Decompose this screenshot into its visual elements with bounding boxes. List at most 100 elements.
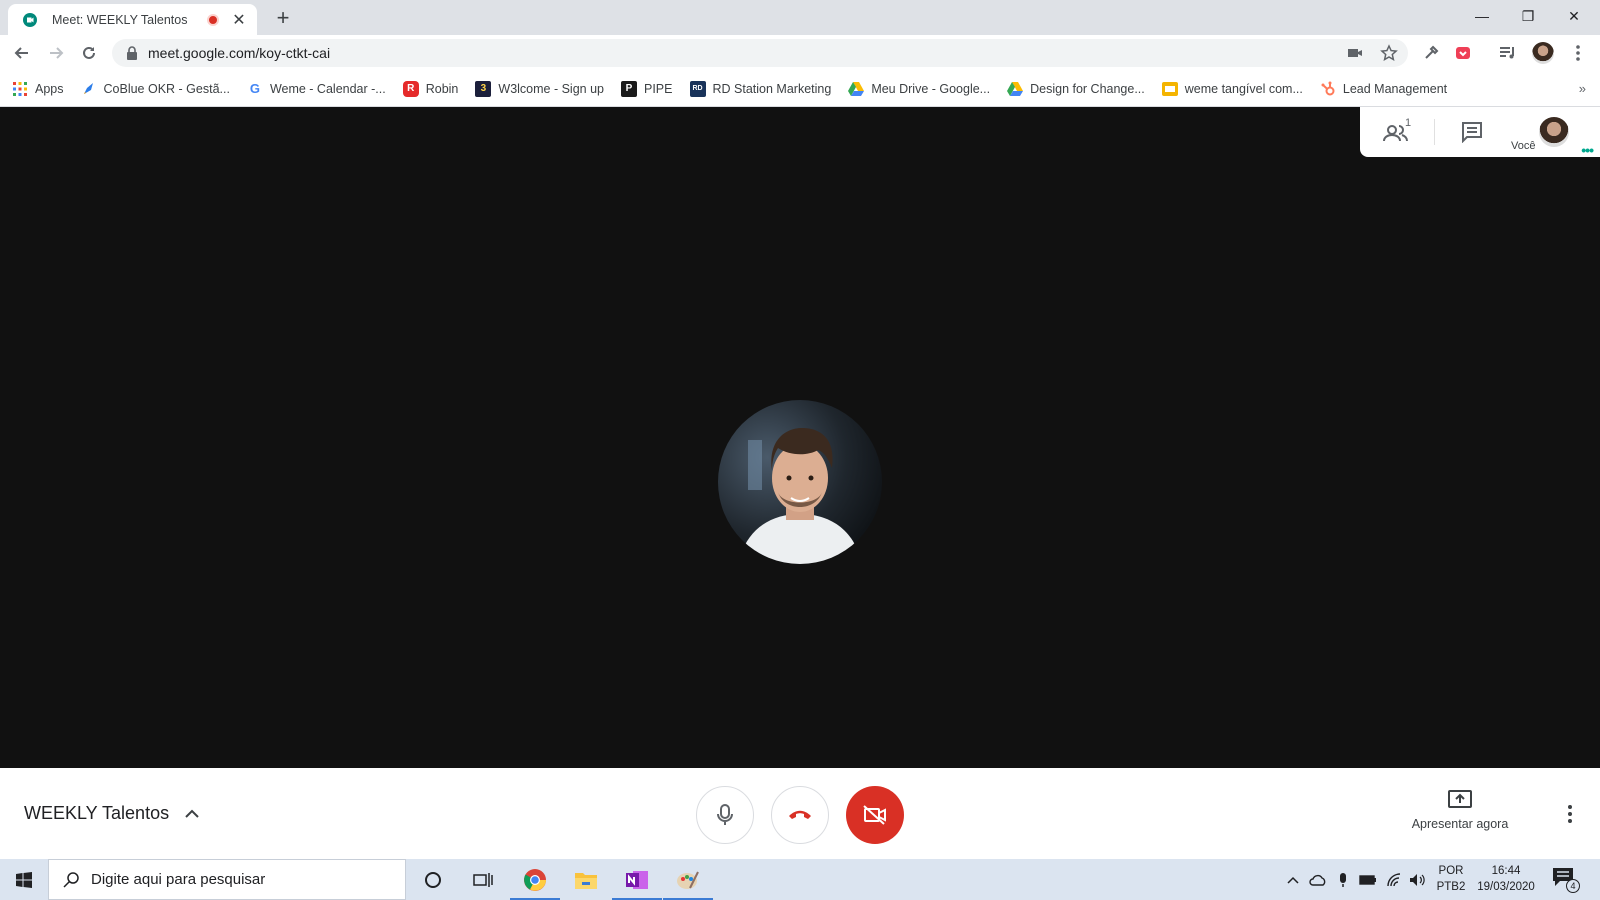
bookmark-w3lcome[interactable]: 3 W3lcome - Sign up [475, 80, 604, 97]
bookmark-apps[interactable]: Apps [12, 81, 64, 97]
clock-time: 16:44 [1491, 865, 1521, 877]
wifi-icon[interactable] [1383, 859, 1405, 900]
bookmark-label: Apps [35, 81, 64, 96]
meet-top-right-panel: 1 Você ••• [1360, 107, 1600, 158]
more-options-button[interactable] [1558, 802, 1582, 826]
browser-toolbar: meet.google.com/koy-ctkt-cai [0, 35, 1600, 71]
chrome-icon [524, 868, 546, 891]
taskbar-chrome[interactable] [510, 859, 560, 900]
chat-button[interactable] [1435, 107, 1509, 157]
search-placeholder: Digite aqui para pesquisar [91, 871, 266, 888]
bookmark-robin[interactable]: R Robin [402, 80, 459, 97]
bookmark-rd-station[interactable]: RD RD Station Marketing [689, 80, 832, 97]
language-code: POR [1438, 865, 1464, 877]
paint-palette-icon [677, 871, 699, 889]
meeting-title: WEEKLY Talentos [24, 803, 170, 823]
meet-video-stage: 1 Você ••• [0, 107, 1600, 768]
apps-grid-icon [12, 81, 28, 97]
google-drive-icon [848, 81, 865, 97]
taskbar-file-explorer[interactable] [561, 859, 611, 900]
windows-logo-icon [16, 871, 32, 888]
google-drive-icon [1007, 81, 1024, 97]
system-clock[interactable]: 16:44 19/03/2020 [1470, 863, 1542, 895]
google-meet-icon [23, 12, 37, 27]
task-view-button[interactable] [458, 859, 508, 900]
taskbar-search[interactable]: Digite aqui para pesquisar [48, 859, 406, 900]
browser-tab-meet[interactable]: Meet: WEEKLY Talentos ✕ [8, 4, 257, 35]
people-button[interactable]: 1 [1360, 107, 1434, 157]
pipedrive-p-icon: P [621, 80, 637, 97]
rocket-icon [81, 81, 97, 97]
meeting-details-button[interactable]: WEEKLY Talentos [24, 803, 201, 824]
tab-close-icon[interactable]: ✕ [231, 12, 247, 29]
taskbar-paint[interactable] [663, 859, 713, 900]
taskbar-onenote[interactable] [612, 859, 662, 900]
microphone-button[interactable] [696, 786, 754, 844]
start-button[interactable] [0, 859, 48, 900]
bookmark-weme-tangivel[interactable]: weme tangível com... [1161, 81, 1303, 97]
language-indicator[interactable]: POR PTB2 [1434, 863, 1468, 895]
bookmark-coblue-okr[interactable]: CoBlue OKR - Gestã... [81, 81, 230, 97]
clock-date: 19/03/2020 [1477, 881, 1535, 893]
browser-tab-strip: Meet: WEEKLY Talentos ✕ + — ❐ ✕ [0, 0, 1600, 35]
present-now-button[interactable]: Apresentar agora [1405, 790, 1515, 831]
self-view-tile[interactable]: Você ••• [1509, 107, 1599, 158]
onenote-icon [626, 870, 648, 889]
participant-avatar [718, 400, 882, 564]
browser-menu-icon[interactable] [1566, 41, 1590, 65]
arrow-left-icon [14, 47, 28, 59]
bookmark-design-for-change[interactable]: Design for Change... [1007, 81, 1145, 97]
chat-icon [1462, 122, 1482, 143]
action-center-button[interactable]: 4 [1552, 867, 1580, 893]
bookmark-label: RD Station Marketing [712, 81, 832, 96]
bookmark-meu-drive[interactable]: Meu Drive - Google... [848, 81, 990, 97]
task-view-icon [473, 872, 493, 887]
keyboard-layout: PTB2 [1436, 881, 1466, 893]
window-close-button[interactable]: ✕ [1551, 0, 1597, 32]
new-tab-button[interactable]: + [271, 5, 295, 30]
bookmark-star-icon[interactable] [1377, 41, 1401, 65]
bookmark-label: Robin [425, 81, 459, 96]
forward-button[interactable] [42, 39, 70, 67]
windows-taskbar: Digite aqui para pesquisar POR PTB2 16:4… [0, 859, 1600, 900]
profile-avatar-icon[interactable] [1531, 41, 1555, 65]
window-minimize-button[interactable]: — [1459, 0, 1505, 32]
w3lcome-icon: 3 [475, 80, 492, 97]
eyedropper-extension-icon[interactable] [1419, 41, 1443, 65]
bookmark-label: Lead Management [1342, 81, 1448, 96]
tab-title: Meet: WEEKLY Talentos [52, 12, 188, 27]
address-bar[interactable]: meet.google.com/koy-ctkt-cai [112, 39, 1408, 67]
reload-button[interactable] [75, 39, 103, 67]
meet-call-controls: WEEKLY Talentos Apresentar agora [0, 768, 1600, 859]
notification-count-badge: 4 [1566, 879, 1580, 893]
battery-icon[interactable] [1357, 859, 1379, 900]
window-restore-button[interactable]: ❐ [1505, 0, 1551, 32]
bookmark-label: Design for Change... [1030, 81, 1145, 96]
pocket-extension-icon[interactable] [1451, 41, 1475, 65]
bookmark-lead-management[interactable]: Lead Management [1320, 81, 1447, 97]
present-now-label: Apresentar agora [1411, 817, 1509, 831]
bookmark-pipe[interactable]: P PIPE [621, 80, 673, 97]
bookmarks-overflow-icon[interactable]: » [1579, 81, 1586, 96]
volume-icon[interactable] [1407, 859, 1429, 900]
bookmarks-bar: Apps CoBlue OKR - Gestã... G Weme - Cale… [0, 71, 1600, 107]
bookmark-label: Weme - Calendar -... [269, 81, 386, 96]
camera-in-use-icon[interactable] [1343, 41, 1367, 65]
camera-toggle-button[interactable] [846, 786, 904, 844]
bookmark-weme-calendar[interactable]: G Weme - Calendar -... [247, 81, 386, 97]
speaking-indicator-icon: ••• [1581, 142, 1594, 158]
more-vert-icon [1568, 805, 1572, 823]
microphone-icon [717, 804, 733, 825]
cortana-button[interactable] [408, 859, 458, 900]
media-control-icon[interactable] [1496, 41, 1520, 65]
search-icon [63, 871, 79, 888]
cortana-circle-icon [425, 871, 441, 888]
tray-show-hidden-icon[interactable] [1283, 859, 1303, 900]
present-screen-icon [1448, 790, 1472, 808]
leave-call-button[interactable] [771, 786, 829, 844]
tray-microphone-icon[interactable] [1333, 859, 1353, 900]
people-count: 1 [1405, 117, 1412, 129]
robin-r-icon: R [402, 80, 419, 97]
back-button[interactable] [8, 39, 36, 67]
onedrive-cloud-icon[interactable] [1307, 859, 1329, 900]
